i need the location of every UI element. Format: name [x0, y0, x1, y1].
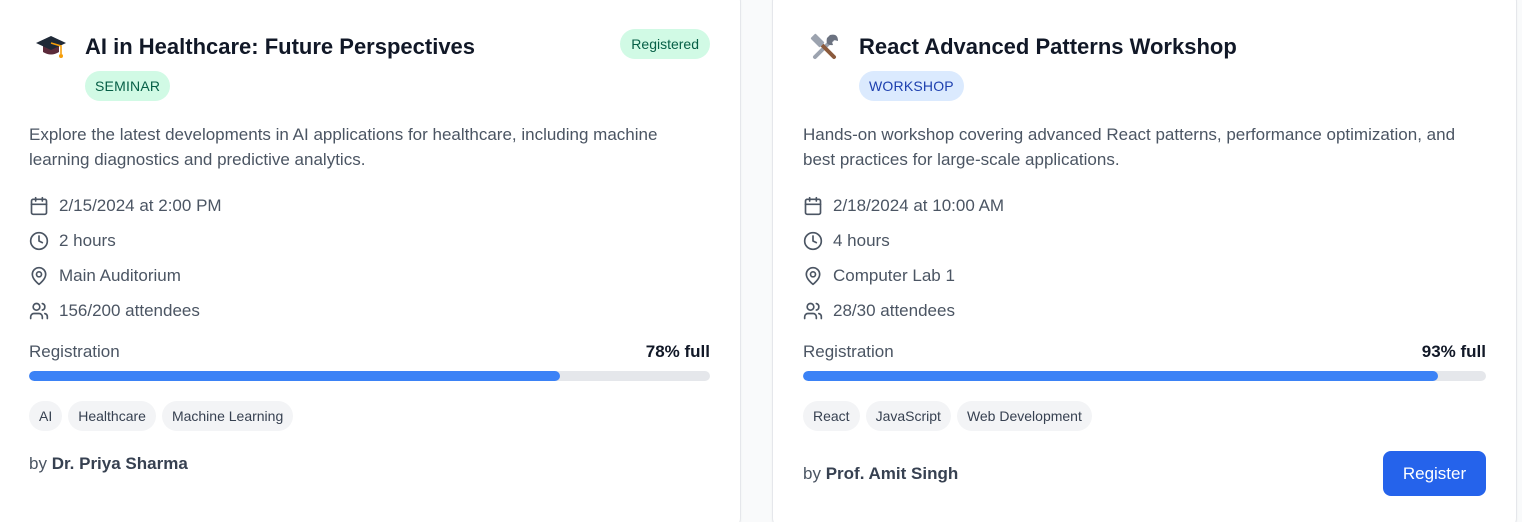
users-icon [803, 302, 823, 320]
event-tag: AI [29, 401, 63, 431]
registration-row: Registration 78% full [29, 342, 710, 366]
registration-progress-fill [803, 371, 1439, 381]
register-button[interactable]: Register [1383, 451, 1486, 496]
map-pin-icon [805, 266, 821, 286]
event-description: Hands-on workshop covering advanced Reac… [803, 125, 1456, 169]
registration-row: Registration 93% full [803, 342, 1486, 366]
event-datetime-text: 2/15/2024 at 2:00 PM [59, 196, 222, 215]
calendar-icon [804, 196, 822, 216]
event-location-text: Main Auditorium [59, 266, 181, 285]
map-pin-icon [31, 266, 47, 286]
event-datetime-text: 2/18/2024 at 10:00 AM [833, 196, 1005, 215]
event-type-badge: SEMINAR [85, 71, 171, 101]
calendar-icon [30, 196, 48, 216]
event-header: React Advanced Patterns Workshop WORKSHO… [803, 29, 1486, 101]
graduation-cap-icon [29, 29, 73, 65]
registration-label: Registration [803, 342, 894, 361]
registration-label: Registration [29, 342, 120, 361]
event-location-text: Computer Lab 1 [833, 266, 955, 285]
author-prefix: by [29, 454, 47, 473]
event-attendees: 156/200 attendees [29, 299, 710, 323]
registration-progress-bar [803, 371, 1486, 381]
event-tag: Healthcare [68, 401, 156, 431]
clock-icon [803, 231, 823, 251]
event-attendees-text: 28/30 attendees [833, 301, 955, 320]
registration-progress-fill [29, 371, 561, 381]
author-name: Dr. Priya Sharma [51, 454, 188, 473]
clock-icon [29, 231, 49, 251]
event-author: by Dr. Priya Sharma [29, 454, 188, 474]
event-title: AI in Healthcare: Future Perspectives [85, 34, 476, 59]
event-description: Explore the latest developments in AI ap… [29, 125, 658, 169]
event-title: React Advanced Patterns Workshop [859, 34, 1237, 59]
event-tags: React JavaScript Web Development [803, 401, 1486, 431]
event-card: AI in Healthcare: Future Perspectives SE… [0, 0, 741, 522]
event-tag: Machine Learning [161, 401, 294, 431]
author-prefix: by [803, 464, 821, 483]
event-location: Main Auditorium [29, 264, 710, 288]
event-duration-text: 4 hours [833, 231, 890, 250]
author-name: Prof. Amit Singh [825, 464, 959, 483]
event-author: by Prof. Amit Singh [803, 464, 958, 484]
registration-percent: 78% full [645, 342, 710, 361]
event-tags: AI Healthcare Machine Learning [29, 401, 710, 431]
registration-percent: 93% full [1421, 342, 1486, 361]
event-type-badge: WORKSHOP [859, 71, 964, 101]
event-header: AI in Healthcare: Future Perspectives SE… [29, 29, 710, 101]
registration-progress-bar [29, 371, 710, 381]
event-tag: React [803, 401, 860, 431]
event-tag: JavaScript [865, 401, 951, 431]
event-duration: 2 hours [29, 229, 710, 253]
users-icon [29, 302, 49, 320]
event-attendees: 28/30 attendees [803, 299, 1486, 323]
hammer-wrench-icon [803, 29, 847, 65]
event-duration-text: 2 hours [59, 231, 116, 250]
event-datetime: 2/15/2024 at 2:00 PM [29, 194, 710, 218]
event-tag: Web Development [956, 401, 1092, 431]
registered-status-badge: Registered [620, 29, 710, 59]
event-location: Computer Lab 1 [803, 264, 1486, 288]
event-card: React Advanced Patterns Workshop WORKSHO… [772, 0, 1517, 522]
event-duration: 4 hours [803, 229, 1486, 253]
event-attendees-text: 156/200 attendees [59, 301, 200, 320]
event-datetime: 2/18/2024 at 10:00 AM [803, 194, 1486, 218]
